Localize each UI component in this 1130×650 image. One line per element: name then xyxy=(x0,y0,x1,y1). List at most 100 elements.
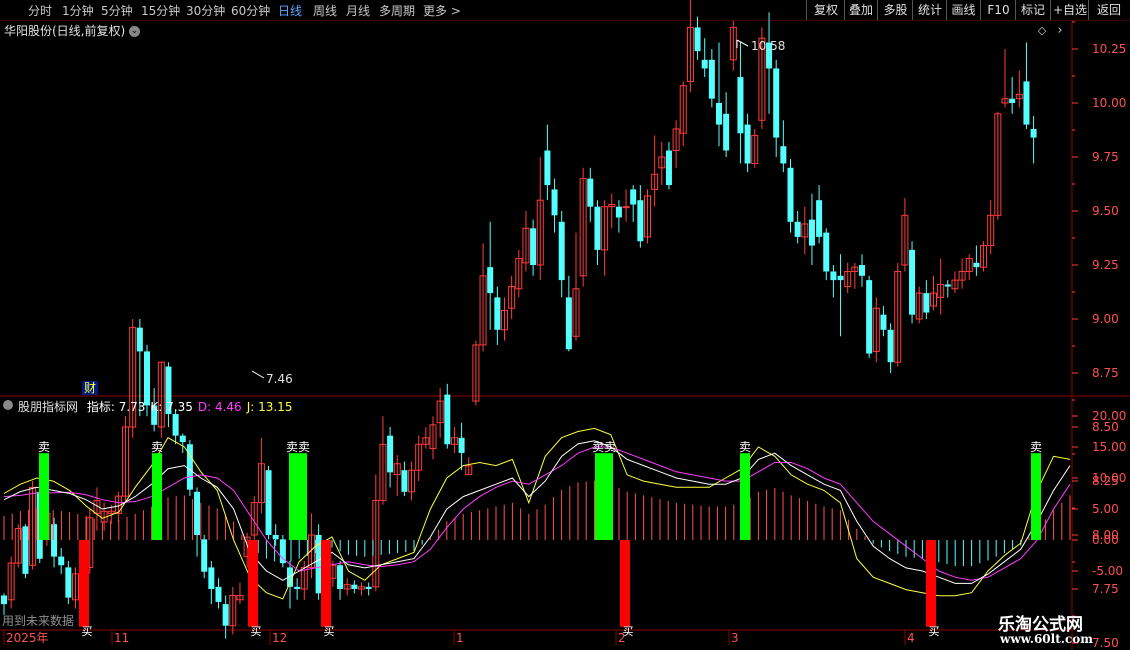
candle-body xyxy=(808,219,815,246)
candle-body xyxy=(337,565,344,589)
date-label: 4 xyxy=(907,631,915,645)
buy-signal-label: 买 xyxy=(929,625,940,638)
indicator-axis-label: -5.00 xyxy=(1092,564,1123,578)
candle-body xyxy=(215,586,222,602)
price-axis-label: 10.25 xyxy=(1092,42,1126,56)
sell-signal-label: 卖 xyxy=(38,440,50,454)
buy-signal-bar xyxy=(620,540,630,627)
candle-body xyxy=(944,284,951,287)
buy-signal-label: 买 xyxy=(82,625,93,638)
date-label: 12 xyxy=(272,631,287,645)
sell-signal-label: 卖 xyxy=(739,440,751,454)
sell-signal-bar xyxy=(152,453,162,540)
kline-chart: 10.5010.2510.009.759.509.259.008.758.508… xyxy=(0,0,1130,650)
sell-signal-label: 卖 xyxy=(151,440,163,454)
candle-body xyxy=(837,275,844,281)
price-axis-label: 7.75 xyxy=(1092,582,1119,596)
candle-body xyxy=(551,189,558,216)
buy-signal-bar xyxy=(248,540,258,627)
buy-signal-bar xyxy=(321,540,331,627)
date-label: 1 xyxy=(456,631,464,645)
candle-body xyxy=(565,297,572,350)
indicator-value-3: J: 13.15 xyxy=(246,400,293,414)
candle-body xyxy=(630,189,637,205)
buy-signal-bar xyxy=(79,540,89,627)
sell-signal-bar xyxy=(740,453,750,540)
candle-body xyxy=(1009,98,1016,103)
candle-body xyxy=(65,567,72,598)
price-axis-label: 10.00 xyxy=(1092,96,1126,110)
sell-signal-label: 卖卖 xyxy=(286,440,310,454)
candle-body xyxy=(794,221,801,237)
indicator-axis-label: 20.00 xyxy=(1092,409,1126,423)
candle-body xyxy=(294,586,301,589)
candle-body xyxy=(594,206,601,250)
candle-body xyxy=(637,200,644,242)
candle-body xyxy=(208,567,215,589)
candle-body xyxy=(694,27,701,52)
candle-body xyxy=(186,444,193,490)
candle-body xyxy=(487,267,494,294)
indicator-value-0: 指标: 7.73 xyxy=(86,400,146,414)
candle-body xyxy=(222,604,229,626)
candle-body xyxy=(866,280,873,354)
candle-body xyxy=(787,167,794,222)
sell-signal-bar xyxy=(39,453,49,540)
indicator-axis-label: 0.00 xyxy=(1092,533,1119,547)
candle-body xyxy=(172,414,179,436)
candle-body xyxy=(351,584,358,589)
chevron-right-icon: › xyxy=(1057,23,1062,38)
watermark-url: www.60lt.com xyxy=(1000,632,1093,646)
candle-body xyxy=(494,297,501,330)
candle-body xyxy=(909,249,916,315)
candle-body xyxy=(744,124,751,164)
date-label: 2025年 xyxy=(6,631,49,645)
candle-body xyxy=(587,178,594,207)
sell-signal-bar xyxy=(1031,453,1041,540)
candle-body xyxy=(823,232,830,272)
high-price-label: 10.58 xyxy=(751,39,785,53)
sell-signal-label: 卖 xyxy=(1030,440,1042,454)
cai-badge: 财 xyxy=(84,381,96,395)
candle-body xyxy=(737,77,744,134)
candle-body xyxy=(923,293,930,313)
buy-signal-label: 买 xyxy=(324,625,335,638)
candle-body xyxy=(1023,81,1030,125)
buy-signal-label: 买 xyxy=(251,625,262,638)
sell-signal-bar xyxy=(289,453,307,540)
candle-body xyxy=(859,265,865,276)
price-axis-label: 9.75 xyxy=(1092,150,1119,164)
price-axis-label: 10.50 xyxy=(1092,0,1126,2)
candle-body xyxy=(387,435,394,473)
price-axis-label: 9.00 xyxy=(1092,312,1119,326)
candle-body xyxy=(816,200,823,237)
candle-body xyxy=(701,59,708,69)
candle-body xyxy=(194,491,201,535)
price-axis-label: 8.75 xyxy=(1092,366,1119,380)
candle-body xyxy=(615,206,622,218)
high-marker-arrow xyxy=(736,39,749,47)
candle-body xyxy=(444,394,451,445)
candle-body xyxy=(973,262,980,268)
candle-body xyxy=(558,221,565,281)
candle-body xyxy=(365,586,372,589)
indicator-title: 股朋指标网 指标: 7.73 K: 7.35 D: 4.46 J: 13.15 xyxy=(18,398,292,415)
candle-body xyxy=(780,146,787,164)
candle-body xyxy=(716,103,722,125)
low-marker xyxy=(251,370,265,379)
indicator-axis-label: 15.00 xyxy=(1092,440,1126,454)
indicator-axis-label: 5.00 xyxy=(1092,502,1119,516)
candle-body xyxy=(544,150,551,186)
date-label: 3 xyxy=(731,631,739,645)
candle-body xyxy=(1,595,7,605)
date-label: 2 xyxy=(618,631,626,645)
candle-body xyxy=(265,470,272,535)
candle-body xyxy=(830,271,837,281)
candle-body xyxy=(136,327,143,352)
candle-body xyxy=(51,524,58,557)
candle-body xyxy=(530,228,537,265)
future-data-warning: 用到未来数据 xyxy=(2,613,74,628)
candle-body xyxy=(880,314,887,330)
price-axis-label: 7.50 xyxy=(1092,636,1119,650)
candle-body xyxy=(665,150,672,186)
